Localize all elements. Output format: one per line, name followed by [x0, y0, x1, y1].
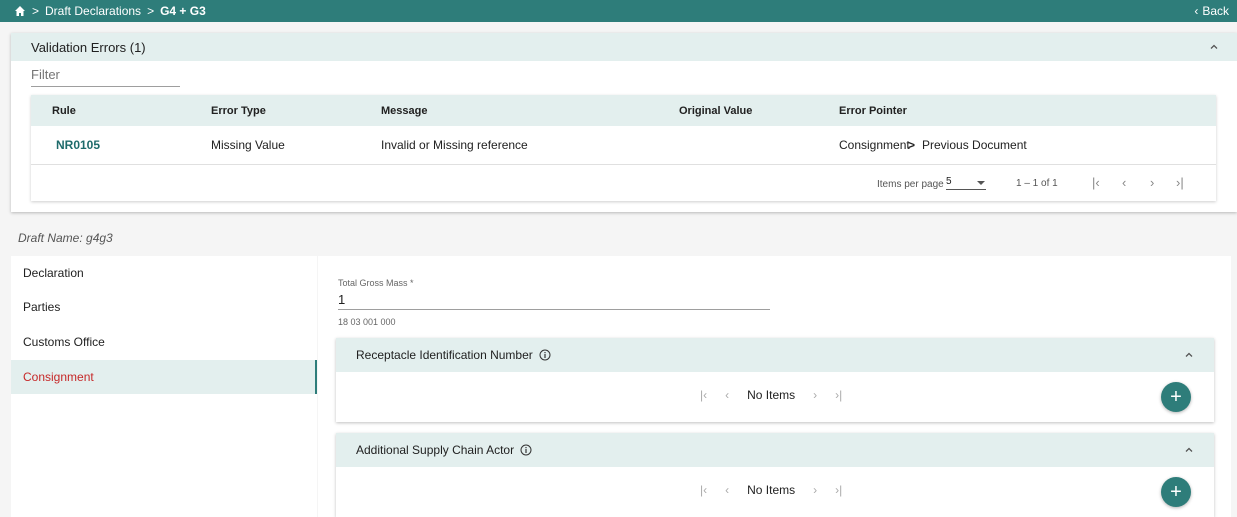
- nav-item-consignment[interactable]: Consignment: [11, 360, 317, 394]
- dropdown-arrow-icon: [977, 181, 985, 185]
- input-underline: [338, 309, 770, 310]
- back-label: Back: [1202, 4, 1229, 18]
- last-page-icon[interactable]: ›|: [835, 483, 842, 497]
- first-page-icon[interactable]: |‹: [700, 483, 707, 497]
- receptacle-identification-panel: Receptacle Identification Number |‹ ‹ No…: [336, 338, 1214, 422]
- info-icon[interactable]: [539, 349, 551, 361]
- no-items-label: No Items: [747, 483, 796, 497]
- items-per-page-label: Items per page: [877, 179, 944, 190]
- last-page-icon[interactable]: ›|: [1176, 175, 1184, 190]
- next-page-icon[interactable]: ›: [1150, 175, 1154, 190]
- top-bar: > Draft Declarations > G4 + G3 ‹ Back: [0, 0, 1237, 22]
- first-page-icon[interactable]: |‹: [700, 388, 707, 402]
- column-header-rule[interactable]: Rule: [52, 105, 76, 117]
- receptacle-identification-header[interactable]: Receptacle Identification Number: [336, 338, 1214, 372]
- nav-item-declaration[interactable]: Declaration: [11, 256, 317, 290]
- no-items-label: No Items: [747, 388, 796, 402]
- error-pointer-consignment: Consignment: [839, 138, 910, 152]
- column-header-error-type[interactable]: Error Type: [211, 105, 266, 117]
- total-gross-mass-hint: 18 03 001 000: [338, 317, 396, 327]
- back-button[interactable]: ‹ Back: [1194, 4, 1229, 18]
- nav-item-customs-office[interactable]: Customs Office: [11, 325, 317, 359]
- nav-item-parties[interactable]: Parties: [11, 290, 317, 324]
- consignment-form: Total Gross Mass * 1 18 03 001 000 Recep…: [318, 256, 1231, 517]
- table-header: Rule Error Type Message Original Value E…: [31, 95, 1216, 126]
- total-gross-mass-label: Total Gross Mass *: [338, 278, 414, 288]
- breadcrumb: > Draft Declarations > G4 + G3: [14, 4, 206, 18]
- validation-errors-header[interactable]: Validation Errors (1): [11, 33, 1237, 61]
- draft-name: Draft Name: g4g3: [18, 231, 113, 245]
- info-icon[interactable]: [520, 444, 532, 456]
- error-pointer-previous-document: Previous Document: [922, 138, 1027, 152]
- additional-supply-chain-actor-header[interactable]: Additional Supply Chain Actor: [336, 433, 1214, 467]
- last-page-icon[interactable]: ›|: [835, 388, 842, 402]
- panel-body: |‹ ‹ No Items › ›| +: [336, 467, 1214, 517]
- previous-page-icon[interactable]: ‹: [1122, 175, 1126, 190]
- table-paginator: Items per page 5 1 – 1 of 1 |‹ ‹ › ›|: [31, 165, 1216, 201]
- first-page-icon[interactable]: |‹: [1092, 175, 1100, 190]
- breadcrumb-draft-declarations[interactable]: Draft Declarations: [45, 4, 141, 18]
- previous-page-icon[interactable]: ‹: [725, 388, 729, 402]
- paginator: |‹ ‹ No Items › ›|: [700, 388, 842, 402]
- chevron-right-icon: >: [908, 138, 916, 152]
- table-row[interactable]: NR0105 Missing Value Invalid or Missing …: [31, 126, 1216, 165]
- additional-supply-chain-actor-panel: Additional Supply Chain Actor |‹ ‹ No It…: [336, 433, 1214, 517]
- column-header-original-value[interactable]: Original Value: [679, 105, 752, 117]
- home-icon[interactable]: [14, 5, 26, 17]
- breadcrumb-separator: >: [32, 4, 40, 18]
- chevron-left-icon: ‹: [1194, 4, 1199, 18]
- panel-title: Receptacle Identification Number: [356, 348, 533, 362]
- validation-errors-panel: Validation Errors (1) Filter Rule Error …: [11, 33, 1237, 212]
- panel-body: |‹ ‹ No Items › ›| +: [336, 372, 1214, 422]
- column-header-message[interactable]: Message: [381, 105, 427, 117]
- panel-title: Additional Supply Chain Actor: [356, 443, 515, 457]
- breadcrumb-separator: >: [147, 4, 155, 18]
- total-gross-mass-input[interactable]: 1: [338, 292, 345, 307]
- pagination-range: 1 – 1 of 1: [1016, 178, 1058, 189]
- chevron-up-icon[interactable]: [1184, 350, 1194, 360]
- paginator: |‹ ‹ No Items › ›|: [700, 483, 842, 497]
- section-nav: Declaration Parties Customs Office Consi…: [11, 256, 317, 517]
- column-header-error-pointer[interactable]: Error Pointer: [839, 105, 907, 117]
- filter-input[interactable]: Filter: [31, 67, 180, 87]
- next-page-icon[interactable]: ›: [813, 388, 817, 402]
- breadcrumb-current: G4 + G3: [160, 4, 206, 18]
- chevron-up-icon[interactable]: [1184, 445, 1194, 455]
- message-cell: Invalid or Missing reference: [381, 138, 528, 152]
- rule-link[interactable]: NR0105: [56, 138, 100, 152]
- error-type-cell: Missing Value: [211, 138, 285, 152]
- validation-errors-title: Validation Errors (1): [31, 39, 146, 55]
- add-button[interactable]: +: [1161, 477, 1191, 507]
- chevron-up-icon[interactable]: [1209, 42, 1219, 52]
- validation-table: Rule Error Type Message Original Value E…: [31, 95, 1216, 201]
- add-button[interactable]: +: [1161, 382, 1191, 412]
- previous-page-icon[interactable]: ‹: [725, 483, 729, 497]
- next-page-icon[interactable]: ›: [813, 483, 817, 497]
